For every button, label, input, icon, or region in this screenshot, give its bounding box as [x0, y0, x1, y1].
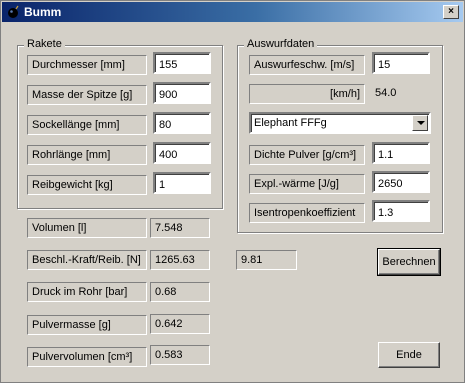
reibgewicht-label: Reibgewicht [kg]: [27, 175, 147, 195]
druck-value: 0.68: [150, 282, 210, 302]
gravity-readout: 9.81: [236, 250, 297, 270]
volumen-label: Volumen [l]: [27, 218, 147, 238]
auswurfgeschw-label: Auswurfeschw. [m/s]: [249, 55, 365, 75]
rakete-group-title: Rakete: [24, 38, 65, 50]
durchmesser-label: Durchmesser [mm]: [27, 55, 147, 75]
beschl-kraft-value: 1265.63: [150, 250, 210, 270]
sockellaenge-input[interactable]: [153, 112, 211, 134]
pulvermasse-label: Pulvermasse [g]: [27, 315, 147, 335]
close-button[interactable]: ×: [443, 5, 459, 19]
window-title: Bumm: [24, 5, 62, 19]
bomb-icon: [8, 5, 19, 18]
auswurfdaten-group-title: Auswurfdaten: [244, 38, 318, 50]
expl-waerme-label: Expl.-wärme [J/g]: [249, 174, 365, 194]
ende-button[interactable]: Ende: [378, 342, 440, 368]
powder-select[interactable]: Elephant FFFg: [249, 112, 431, 134]
title-bar[interactable]: Bumm ×: [2, 2, 463, 22]
isentropen-label: Isentropenkoeffizient: [249, 203, 365, 223]
sockellaenge-label: Sockellänge [mm]: [27, 115, 147, 135]
volumen-value: 7.548: [150, 218, 210, 238]
chevron-down-icon[interactable]: [412, 115, 428, 131]
berechnen-button[interactable]: Berechnen: [377, 248, 441, 276]
masse-spitze-label: Masse der Spitze [g]: [27, 85, 147, 105]
masse-spitze-input[interactable]: [153, 82, 211, 104]
kmh-label: [km/h]: [249, 84, 365, 104]
kmh-readout: 54.0: [372, 83, 430, 103]
expl-waerme-input[interactable]: [372, 171, 430, 193]
druck-label: Druck im Rohr [bar]: [27, 282, 147, 302]
pulvervolumen-label: Pulvervolumen [cm³]: [27, 347, 147, 367]
rohrlaenge-label: Rohrlänge [mm]: [27, 145, 147, 165]
dichte-label: Dichte Pulver [g/cm³]: [249, 145, 365, 165]
pulvervolumen-value: 0.583: [150, 345, 210, 365]
powder-select-value: Elephant FFFg: [254, 117, 327, 129]
auswurfgeschw-input[interactable]: [372, 52, 430, 74]
beschl-kraft-label: Beschl.-Kraft/Reib. [N]: [27, 250, 147, 270]
reibgewicht-input[interactable]: [153, 172, 211, 194]
pulvermasse-value: 0.642: [150, 314, 210, 334]
isentropen-input[interactable]: [372, 200, 430, 222]
main-window: Bumm × Rakete Durchmesser [mm] Masse der…: [0, 0, 465, 383]
durchmesser-input[interactable]: [153, 52, 211, 74]
dichte-input[interactable]: [372, 142, 430, 164]
rohrlaenge-input[interactable]: [153, 142, 211, 164]
